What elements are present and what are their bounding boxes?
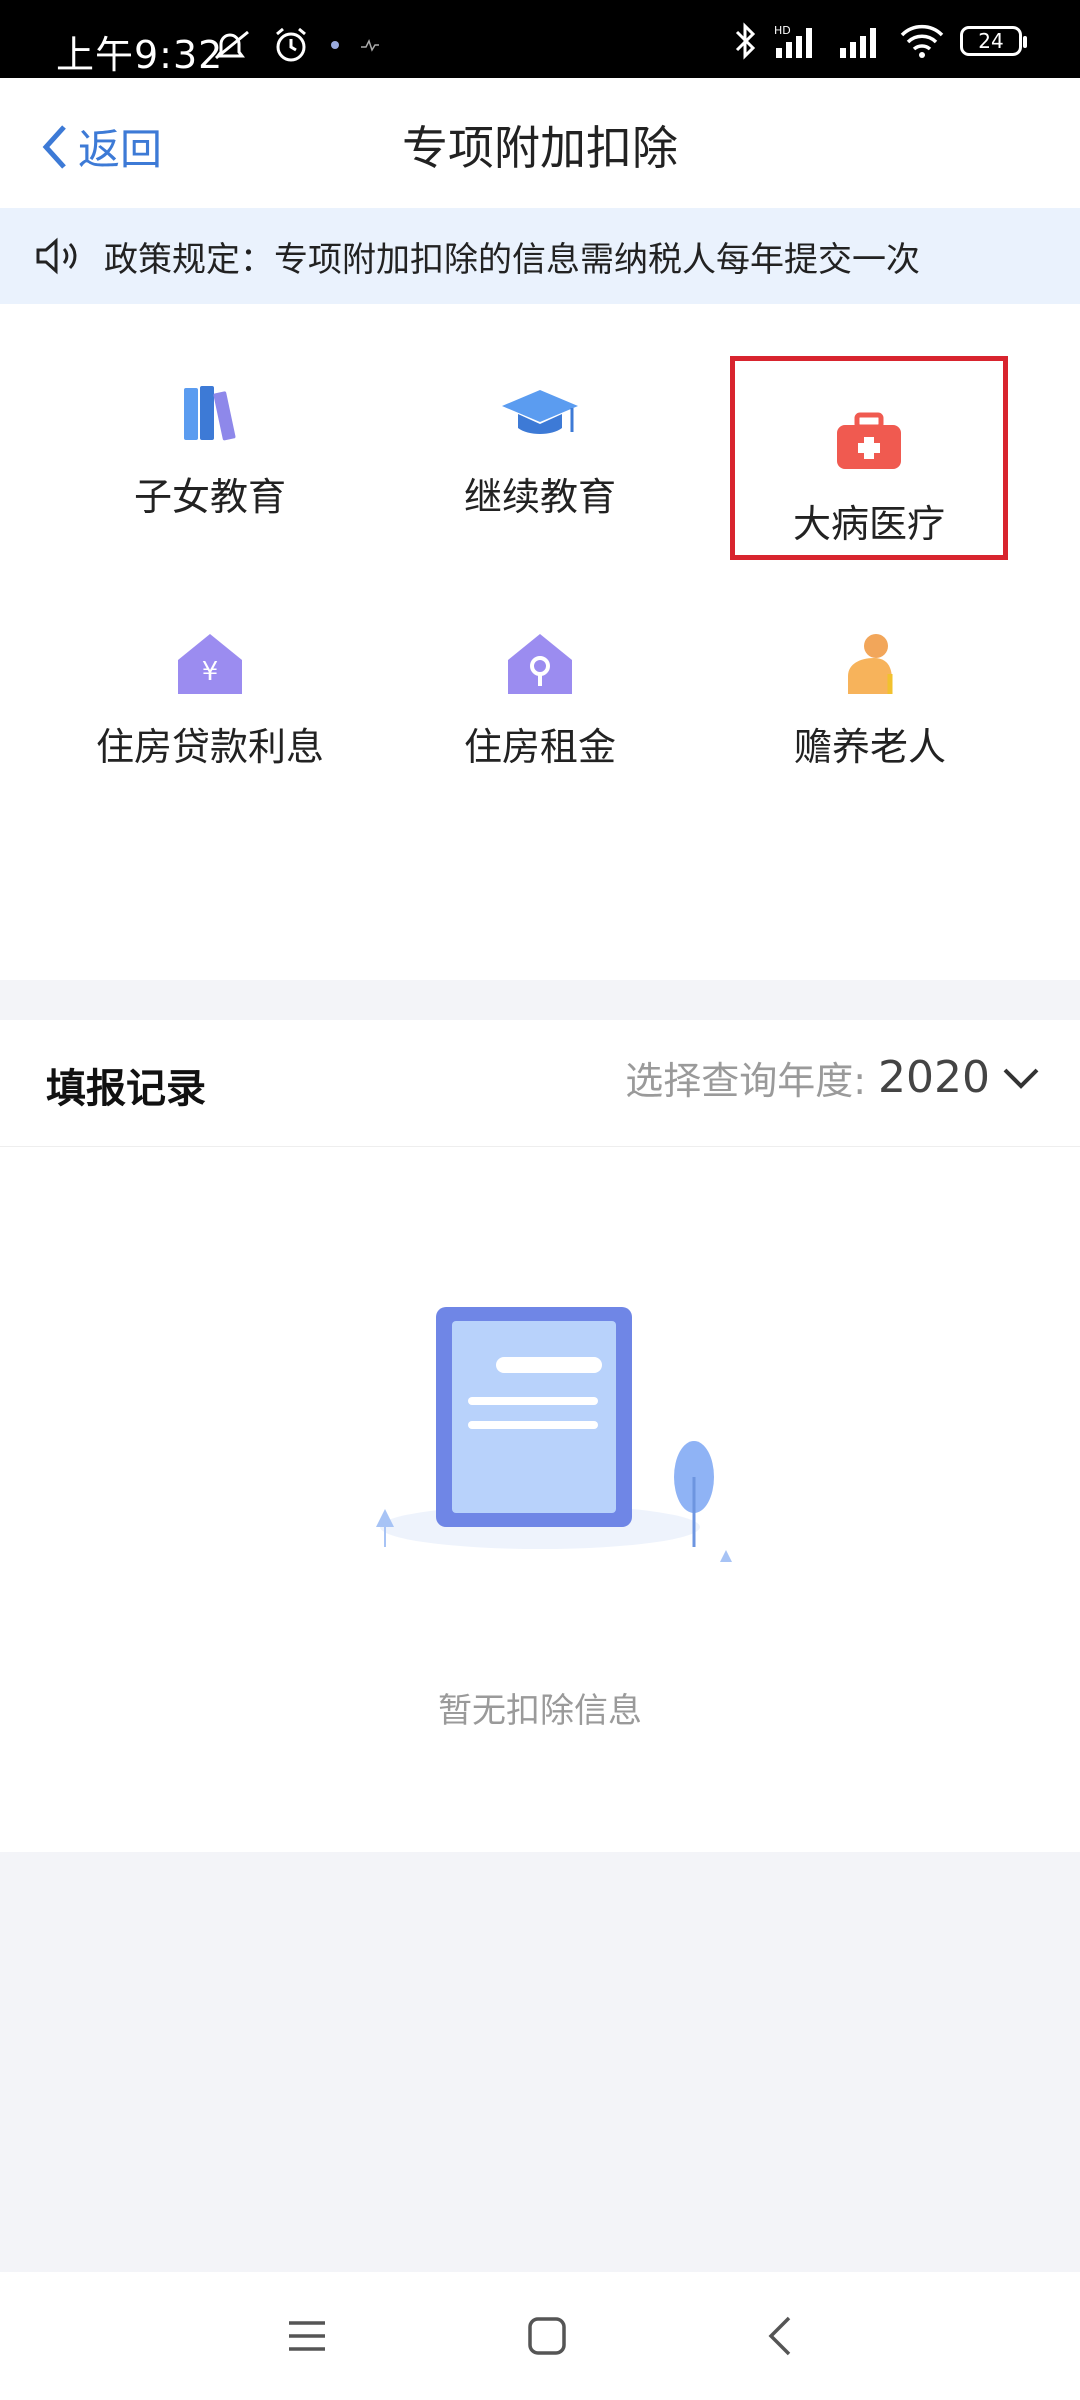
category-grid: 子女教育 继续教育 大病医疗 ¥ 住房贷款利息 住房租金 赡养老人	[0, 304, 1080, 980]
status-bar: 上午9:32 HD 24	[0, 0, 1080, 78]
page-title: 专项附加扣除	[402, 121, 678, 175]
empty-state: 暂无扣除信息	[0, 1147, 1080, 1852]
back-nav-icon[interactable]	[767, 2315, 793, 2357]
policy-notice: 政策规定：专项附加扣除的信息需纳税人每年提交一次	[0, 208, 1080, 304]
category-label: 大病医疗	[792, 502, 945, 546]
mute-icon	[215, 30, 249, 60]
signal-hd-icon: HD	[774, 24, 812, 58]
category-housing-rent[interactable]: 住房租金	[400, 594, 680, 794]
category-label: 继续教育	[463, 475, 616, 519]
svg-text:HD: HD	[774, 24, 791, 37]
battery-indicator: 24	[960, 26, 1027, 56]
home-icon[interactable]	[527, 2316, 567, 2356]
medical-kit-icon	[837, 412, 901, 469]
alarm-icon	[276, 27, 306, 62]
graduation-cap-icon	[502, 390, 578, 434]
wifi-icon	[900, 24, 944, 58]
svg-text:¥: ¥	[202, 657, 219, 687]
category-serious-illness[interactable]: 大病医疗	[730, 356, 1008, 560]
year-label: 选择查询年度:	[625, 1059, 867, 1103]
bluetooth-icon	[735, 22, 756, 60]
notice-text: 政策规定：专项附加扣除的信息需纳税人每年提交一次	[104, 239, 920, 280]
system-nav-bar	[0, 2272, 1080, 2400]
status-time: 上午9:32	[56, 33, 224, 77]
signal-icon	[840, 28, 876, 58]
records-header: 填报记录 选择查询年度: 2020	[0, 1020, 1080, 1147]
category-label: 住房贷款利息	[95, 725, 324, 769]
category-elderly-support[interactable]: 赡养老人	[730, 594, 1010, 794]
records-title: 填报记录	[46, 1066, 206, 1112]
year-value: 2020	[878, 1052, 990, 1103]
speaker-icon	[36, 237, 77, 275]
category-label: 住房租金	[463, 725, 616, 769]
empty-document-illustration	[376, 1307, 732, 1562]
empty-text: 暂无扣除信息	[438, 1691, 642, 1731]
chevron-down-icon	[1003, 1068, 1039, 1089]
books-icon	[184, 386, 236, 441]
category-housing-loan-interest[interactable]: ¥ 住房贷款利息	[70, 594, 350, 794]
dot-icon	[331, 41, 339, 49]
year-selector[interactable]: 选择查询年度: 2020	[625, 1050, 1040, 1105]
activity-icon	[361, 39, 379, 52]
menu-icon[interactable]	[287, 2319, 327, 2353]
category-continuing-education[interactable]: 继续教育	[400, 344, 680, 544]
nav-bar: 返回 专项附加扣除	[0, 78, 1080, 208]
house-key-icon	[508, 634, 572, 694]
elder-person-icon	[848, 634, 893, 694]
category-label: 赡养老人	[793, 725, 946, 769]
category-label: 子女教育	[133, 475, 286, 519]
house-yuan-icon: ¥	[178, 634, 242, 694]
category-children-education[interactable]: 子女教育	[70, 344, 350, 544]
